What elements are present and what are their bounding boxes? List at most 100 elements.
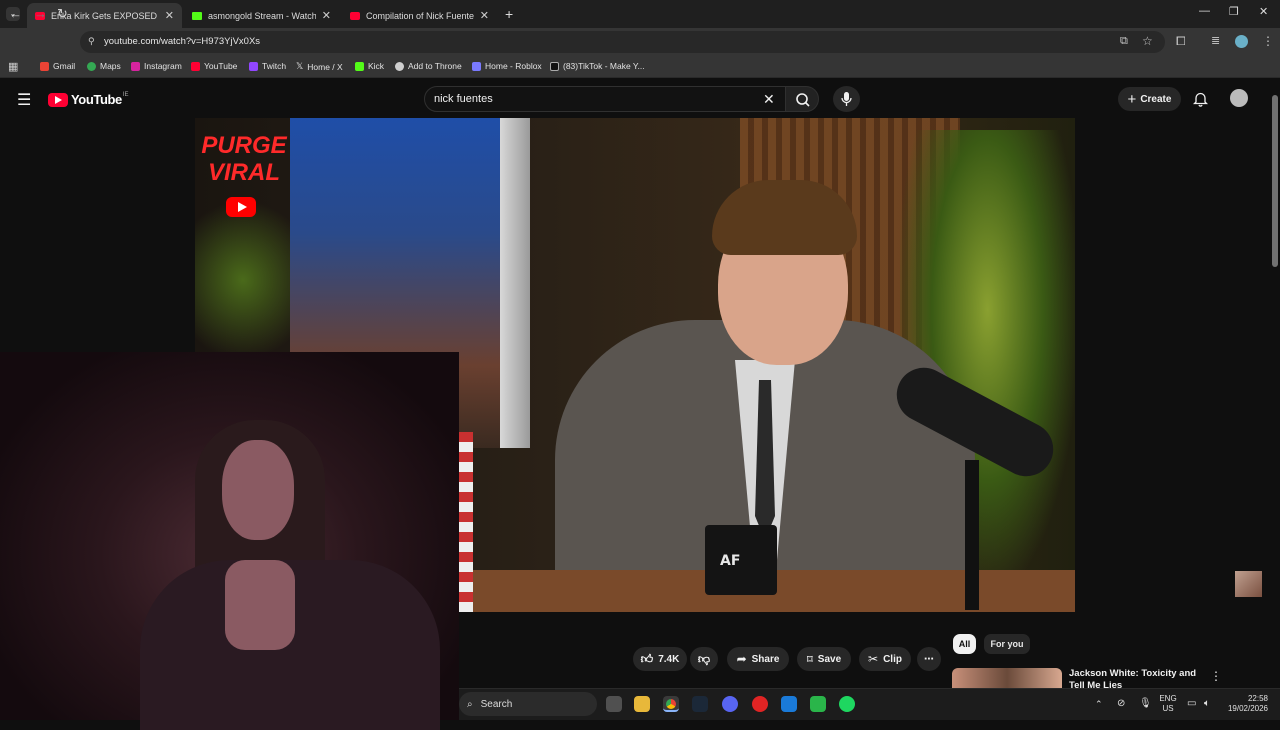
kick-app-icon[interactable] [810, 696, 826, 712]
chrome-icon[interactable] [663, 696, 679, 712]
share-icon: ➦ [736, 652, 747, 666]
kick-icon [355, 61, 364, 71]
voice-search-button[interactable] [833, 86, 860, 112]
bookmark-maps[interactable]: Maps [87, 61, 121, 71]
steam-icon[interactable] [692, 696, 708, 712]
minimize-icon[interactable]: — [1199, 5, 1210, 17]
search-query-text[interactable]: nick fuentes [434, 93, 493, 105]
bookmark-star-icon[interactable]: ☆ [1142, 34, 1153, 48]
monitor-icon[interactable]: ▭ [1187, 698, 1196, 709]
gmail-icon [40, 61, 49, 71]
file-explorer-icon[interactable] [634, 696, 650, 712]
bookmark-youtube[interactable]: YouTube [191, 61, 237, 71]
save-button[interactable]: ⌑ Save [797, 647, 851, 671]
tab-compilation[interactable]: Compilation of Nick Fuentes p ✕ [342, 3, 497, 28]
discord-icon[interactable] [722, 696, 738, 712]
apps-grid-icon[interactable]: ▦ [8, 60, 18, 73]
spotify-icon[interactable] [839, 696, 855, 712]
volume-icon[interactable]: 🔈︎ [1204, 698, 1210, 709]
profile-avatar[interactable] [1235, 35, 1248, 48]
plus-icon: + [1127, 90, 1137, 108]
presenter-hair-image [712, 180, 857, 255]
streamer-face-image [222, 440, 294, 540]
tiktok-icon [550, 61, 559, 71]
hamburger-menu-icon[interactable]: ☰ [17, 90, 31, 110]
url-text[interactable]: youtube.com/watch?v=H973YjVx0Xs [104, 36, 260, 47]
reload-icon[interactable]: ↻ [57, 6, 68, 22]
editor-app-icon[interactable] [781, 696, 797, 712]
reading-list-icon[interactable]: ≣ [1211, 34, 1220, 47]
like-button[interactable]: 👍︎ 7.4K [633, 647, 687, 671]
more-horizontal-icon: ⋯ [924, 653, 934, 665]
chip-for-you[interactable]: For you [984, 634, 1030, 654]
language-indicator[interactable]: ENG US [1159, 694, 1177, 714]
dislike-button[interactable]: 👎︎ [690, 647, 718, 671]
recommendation-thumbnail[interactable] [952, 668, 1062, 688]
share-button[interactable]: ➦ Share [727, 647, 789, 671]
bookmark-x[interactable]: 𝕏 Home / X [296, 61, 343, 72]
clear-search-icon[interactable]: ✕ [763, 91, 775, 108]
clock[interactable]: 22:58 19/02/2026 [1224, 694, 1268, 714]
microphone-tray-icon[interactable]: 🎙︎ [1139, 698, 1152, 709]
account-avatar[interactable] [1230, 89, 1248, 107]
forward-icon[interactable]: → [34, 6, 47, 21]
close-window-icon[interactable]: ✕ [1259, 5, 1268, 18]
instagram-icon [131, 61, 140, 71]
tab-title: Compilation of Nick Fuentes p [366, 10, 474, 21]
new-tab-icon[interactable]: + [505, 6, 513, 22]
purge-viral-overlay: PURGE VIRAL [201, 132, 287, 186]
search-icon [796, 93, 810, 107]
search-icon: ⌕ [467, 698, 473, 710]
microphone-icon [841, 92, 852, 106]
globe-icon [395, 61, 404, 71]
tab-asmongold[interactable]: asmongold Stream - Watch Live ✕ [184, 3, 339, 28]
extensions-icon[interactable]: ⧠ [1176, 34, 1186, 49]
flag-image [459, 432, 473, 612]
bookmark-kick[interactable]: Kick [355, 61, 384, 71]
chip-all[interactable]: All [953, 634, 976, 654]
recommendation-menu-icon[interactable]: ⋮ [1210, 669, 1222, 683]
thumbs-down-icon: 👎︎ [697, 651, 711, 666]
close-tab-icon[interactable]: ✕ [165, 9, 174, 22]
youtube-play-icon [226, 197, 256, 217]
close-tab-icon[interactable]: ✕ [322, 9, 331, 22]
tray-overflow-icon[interactable]: ⌃ [1095, 699, 1103, 710]
twitch-icon [249, 61, 258, 71]
x-logo-icon: 𝕏 [296, 61, 304, 71]
browser-menu-icon[interactable]: ⋮ [1262, 34, 1274, 48]
recording-app-icon[interactable] [752, 696, 768, 712]
search-button[interactable] [785, 86, 819, 112]
task-view-icon[interactable] [606, 696, 622, 712]
create-button[interactable]: + Create [1118, 87, 1181, 111]
thumbs-up-icon: 👍︎ [640, 651, 654, 666]
bookmark-roblox[interactable]: Home - Roblox [472, 61, 542, 71]
microphone-stand-image [965, 460, 979, 610]
bookmark-tiktok[interactable]: (83)TikTok - Make Y... [550, 61, 645, 71]
wall-image [500, 118, 530, 448]
mini-thumbnail[interactable] [1235, 571, 1262, 597]
clip-button[interactable]: ✂ Clip [859, 647, 911, 671]
mug-image [705, 525, 777, 595]
network-off-icon[interactable]: ⊘ [1117, 698, 1125, 709]
maps-icon [87, 61, 96, 71]
bookmark-twitch[interactable]: Twitch [249, 61, 286, 71]
bookmark-instagram[interactable]: Instagram [131, 61, 182, 71]
bell-icon [1193, 92, 1208, 107]
bookmark-icon: ⌑ [806, 653, 813, 666]
notifications-button[interactable] [1193, 91, 1208, 107]
tab-title: asmongold Stream - Watch Live [208, 10, 316, 21]
close-tab-icon[interactable]: ✕ [480, 9, 489, 22]
taskbar-search[interactable]: ⌕ Search [459, 692, 597, 716]
back-icon[interactable]: ← [9, 6, 22, 21]
page-scrollbar-thumb[interactable] [1272, 95, 1278, 267]
site-info-icon[interactable]: ⚲ [88, 36, 95, 47]
more-actions-button[interactable]: ⋯ [917, 647, 941, 671]
install-app-icon[interactable]: ⧉ [1120, 35, 1128, 48]
kick-icon [192, 11, 202, 20]
scissors-icon: ✂ [868, 652, 879, 666]
tab-erika-kirk[interactable]: Erika Kirk Gets EXPOSED by Nic ✕ [27, 3, 182, 28]
youtube-logo[interactable]: YouTube IE [48, 92, 129, 107]
restore-icon[interactable]: ❐ [1229, 5, 1239, 18]
bookmark-gmail[interactable]: Gmail [40, 61, 75, 71]
bookmark-throne[interactable]: Add to Throne [395, 61, 462, 71]
